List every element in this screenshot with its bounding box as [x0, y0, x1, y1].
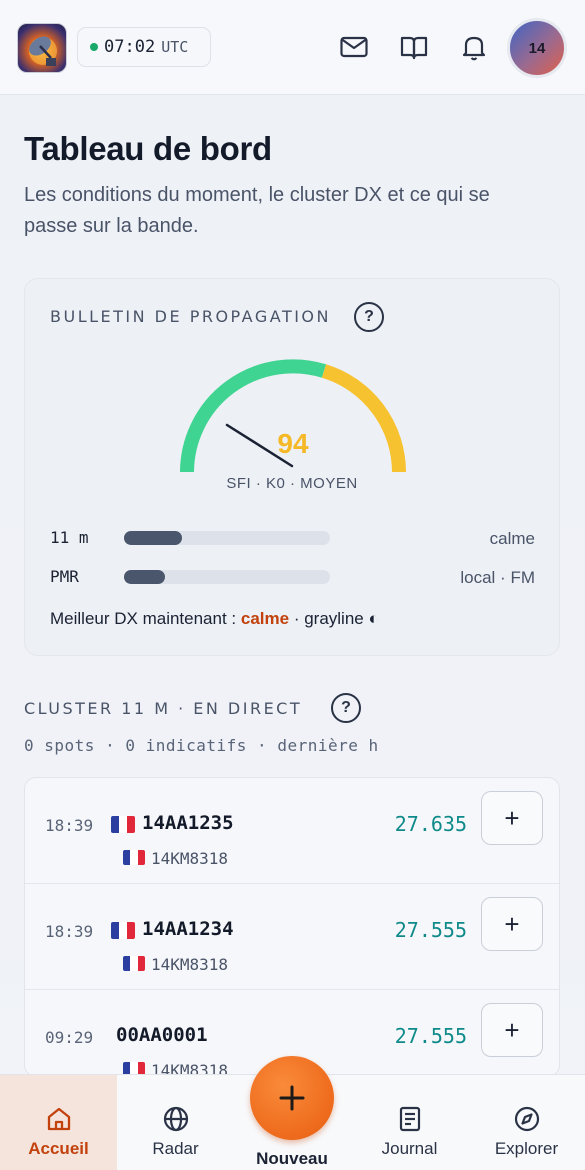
avatar-text: 14	[528, 39, 546, 57]
spot-callsign[interactable]: 00AA0001	[116, 1024, 208, 1046]
new-button[interactable]	[250, 1056, 334, 1140]
add-spot-button[interactable]: +	[481, 1003, 543, 1057]
spot-frequency: 27.555	[394, 918, 467, 942]
avatar[interactable]: 14	[507, 18, 567, 78]
gauge-value: 94	[277, 428, 309, 459]
spot-row[interactable]: 18:39 14AA1234 14KM8318 27.555 +	[25, 884, 559, 990]
bell-icon[interactable]	[457, 30, 491, 64]
book-icon[interactable]	[397, 30, 431, 64]
spot-time: 18:39	[45, 816, 94, 835]
nav-label: Accueil	[28, 1139, 89, 1158]
band-fill-pmr	[124, 570, 166, 584]
top-bar: 07:02 UTC 14	[0, 0, 585, 95]
propagation-label: BULLETIN DE PROPAGATION	[50, 307, 331, 326]
spot-callsign[interactable]: 14AA1234	[142, 918, 234, 940]
france-flag-icon	[111, 816, 135, 833]
band-status-11m: calme	[489, 529, 535, 548]
best-dx-suffix: · grayline ◐	[293, 609, 379, 628]
utc-clock: 07:02 UTC	[77, 27, 211, 67]
page-title: Tableau de bord	[24, 130, 272, 167]
spot-callsign[interactable]: 14AA1235	[142, 812, 234, 834]
compass-icon	[514, 1106, 539, 1132]
nav-label: Explorer	[494, 1139, 559, 1158]
mail-icon[interactable]	[337, 30, 371, 64]
propagation-help-button[interactable]: ?	[354, 302, 384, 332]
help-icon: ?	[364, 308, 374, 325]
new-button-label: Nouveau	[256, 1149, 328, 1168]
spot-reporter[interactable]: 14KM8318	[151, 955, 228, 974]
status-dot	[90, 43, 98, 51]
plus-icon: +	[504, 802, 520, 833]
band-label-11m: 11 m	[50, 528, 89, 547]
spot-time: 09:29	[45, 1028, 94, 1047]
nav-item-accueil[interactable]: Accueil	[0, 1075, 117, 1170]
app-logo[interactable]	[17, 23, 67, 73]
spot-frequency: 27.555	[394, 1024, 467, 1048]
band-bar-11m	[124, 531, 330, 545]
plus-icon	[279, 1085, 305, 1111]
france-flag-icon	[111, 922, 135, 939]
clock-time: 07:02	[104, 37, 156, 57]
best-dx-value: calme	[240, 609, 290, 628]
help-icon: ?	[341, 699, 351, 716]
band-bar-pmr	[124, 570, 330, 584]
france-flag-icon	[123, 850, 145, 865]
best-dx-line: Meilleur DX maintenant : calme · graylin…	[50, 609, 379, 629]
nav-label: Journal	[381, 1139, 438, 1158]
cluster-label: CLUSTER 11 M · EN DIRECT	[24, 699, 303, 718]
spot-row[interactable]: 18:39 14AA1235 14KM8318 27.635 +	[25, 778, 559, 884]
page-subtitle: Les conditions du moment, le cluster DX …	[24, 184, 490, 237]
spot-reporter[interactable]: 14KM8318	[151, 849, 228, 868]
nav-item-radar[interactable]: Radar	[117, 1075, 234, 1170]
band-label-pmr: PMR	[50, 567, 79, 586]
best-dx-prefix: Meilleur DX maintenant :	[50, 609, 237, 628]
journal-icon	[399, 1106, 420, 1132]
propagation-gauge	[180, 359, 406, 473]
spot-time: 18:39	[45, 922, 94, 941]
band-fill-11m	[124, 531, 182, 545]
plus-icon: +	[504, 1014, 520, 1045]
cluster-help-button[interactable]: ?	[331, 693, 361, 723]
spot-frequency: 27.635	[394, 812, 467, 836]
nav-item-explorer[interactable]: Explorer	[468, 1075, 585, 1170]
add-spot-button[interactable]: +	[481, 791, 543, 845]
cluster-meta: 0 spots · 0 indicatifs · dernière h	[24, 736, 379, 755]
nav-item-journal[interactable]: Journal	[351, 1075, 468, 1170]
band-status-pmr: local · FM	[460, 568, 535, 587]
globe-icon	[163, 1106, 188, 1132]
clock-zone: UTC	[161, 38, 189, 56]
gauge-caption: SFI · K0 · MOYEN	[226, 475, 358, 492]
plus-icon: +	[504, 908, 520, 939]
france-flag-icon	[123, 956, 145, 971]
add-spot-button[interactable]: +	[481, 897, 543, 951]
home-icon	[47, 1107, 70, 1131]
spot-list: 18:39 14AA1235 14KM8318 27.635 + 18:39 1…	[24, 777, 560, 1077]
nav-label: Radar	[152, 1139, 199, 1158]
